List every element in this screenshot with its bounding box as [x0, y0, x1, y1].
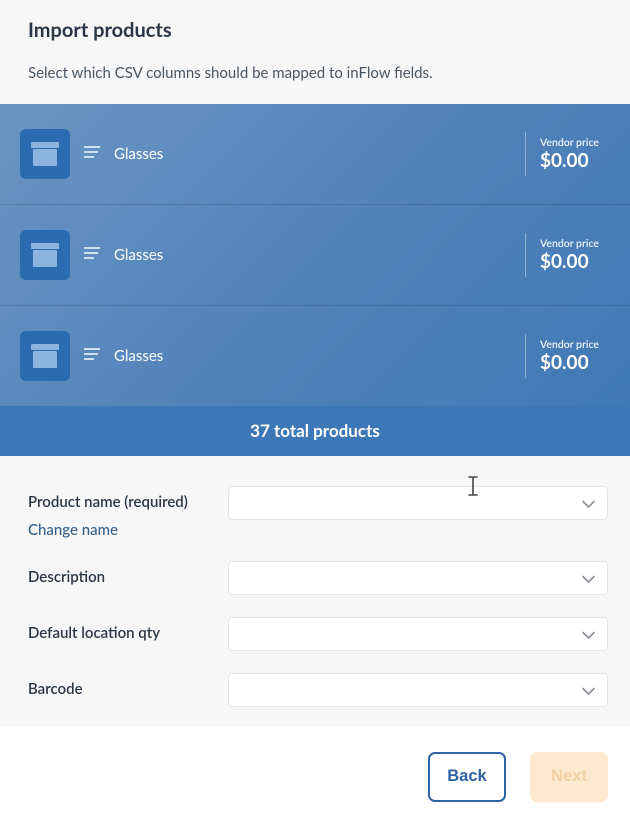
vendor-price-value: $0.00 [540, 252, 610, 273]
preview-row: Glasses Vendor price $0.00 [0, 306, 630, 406]
product-box-icon [20, 331, 70, 381]
preview-product-name: Glasses [114, 246, 525, 264]
vendor-price-block: Vendor price $0.00 [540, 238, 610, 273]
default-location-qty-select[interactable] [228, 617, 608, 651]
mapping-section: Product name (required) Change name Desc… [0, 456, 630, 727]
page-subtitle: Select which CSV columns should be mappe… [28, 64, 602, 82]
mapping-row-default-location-qty: Default location qty [28, 617, 608, 651]
product-name-select[interactable] [228, 486, 608, 520]
back-button[interactable]: Back [428, 752, 506, 802]
preview-row: Glasses Vendor price $0.00 [0, 205, 630, 305]
mapping-label: Default location qty [28, 624, 160, 642]
chevron-down-icon [582, 569, 595, 588]
chevron-down-icon [582, 681, 595, 700]
page-title: Import products [28, 18, 602, 42]
vendor-price-value: $0.00 [540, 151, 610, 172]
text-cursor-icon [467, 476, 479, 500]
product-box-icon [20, 129, 70, 179]
list-lines-icon [84, 145, 100, 164]
vendor-price-value: $0.00 [540, 353, 610, 374]
description-select[interactable] [228, 561, 608, 595]
vendor-price-block: Vendor price $0.00 [540, 137, 610, 172]
list-lines-icon [84, 246, 100, 265]
preview-product-name: Glasses [114, 145, 525, 163]
chevron-down-icon [582, 625, 595, 644]
next-button[interactable]: Next [530, 752, 608, 802]
mapping-row-product-name: Product name (required) Change name [28, 486, 608, 539]
mapping-label: Barcode [28, 680, 83, 698]
mapping-row-description: Description [28, 561, 608, 595]
preview-row: Glasses Vendor price $0.00 [0, 104, 630, 204]
mapping-row-barcode: Barcode [28, 673, 608, 707]
header: Import products Select which CSV columns… [0, 0, 630, 104]
change-name-link[interactable]: Change name [28, 521, 228, 539]
product-box-icon [20, 230, 70, 280]
chevron-down-icon [582, 494, 595, 513]
vendor-price-label: Vendor price [540, 238, 610, 250]
barcode-select[interactable] [228, 673, 608, 707]
totals-bar: 37 total products [0, 406, 630, 456]
list-lines-icon [84, 347, 100, 366]
vertical-separator [525, 233, 526, 277]
footer: Back Next [0, 727, 630, 825]
mapping-label: Description [28, 568, 105, 586]
vertical-separator [525, 132, 526, 176]
preview-rows: Glasses Vendor price $0.00 [0, 104, 630, 456]
vendor-price-label: Vendor price [540, 137, 610, 149]
preview-product-name: Glasses [114, 347, 525, 365]
vertical-separator [525, 334, 526, 378]
vendor-price-label: Vendor price [540, 339, 610, 351]
mapping-label: Product name (required) [28, 493, 188, 511]
vendor-price-block: Vendor price $0.00 [540, 339, 610, 374]
